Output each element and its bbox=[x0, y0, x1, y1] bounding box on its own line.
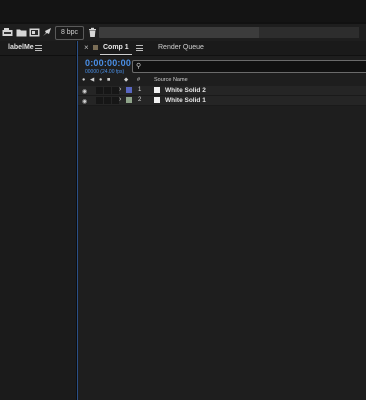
search-icon: ⚲ bbox=[136, 63, 142, 70]
expand-chevron-icon[interactable]: › bbox=[119, 86, 121, 93]
expand-chevron-icon[interactable]: › bbox=[119, 96, 121, 103]
left-panel-tabbar: labelMe bbox=[0, 41, 76, 56]
timeline-panel: × Comp 1 Render Queue 0:00:00:00 00000 (… bbox=[77, 41, 366, 400]
timeline-tabbar: × Comp 1 Render Queue bbox=[78, 41, 366, 56]
solid-layer-icon bbox=[154, 87, 160, 93]
project-toolbar: 8 bpc bbox=[0, 24, 366, 41]
left-panel: labelMe bbox=[0, 41, 77, 400]
layer-search-input[interactable]: ⚲ bbox=[132, 60, 366, 73]
layer-name[interactable]: White Solid 1 bbox=[165, 97, 206, 104]
interpret-footage-icon[interactable] bbox=[2, 27, 13, 38]
top-empty-band bbox=[0, 0, 366, 22]
layer-name[interactable]: White Solid 2 bbox=[165, 87, 206, 94]
bit-depth-button[interactable]: 8 bpc bbox=[55, 26, 84, 40]
tab-comp-1[interactable]: Comp 1 bbox=[103, 44, 129, 51]
scrollbar-thumb[interactable] bbox=[259, 27, 359, 38]
lock-switch[interactable] bbox=[112, 87, 119, 94]
trash-icon[interactable] bbox=[87, 27, 98, 38]
visibility-eye-icon[interactable]: ◉ bbox=[82, 88, 87, 95]
layer-label-color[interactable] bbox=[126, 87, 132, 93]
solo-switch[interactable] bbox=[104, 87, 111, 94]
layer-row[interactable]: ◉ › 1 White Solid 2 bbox=[78, 86, 366, 96]
solid-layer-icon bbox=[154, 97, 160, 103]
comp-tab-menu-icon[interactable] bbox=[136, 45, 143, 51]
frame-count-display: 00000 (24.00 fps) bbox=[85, 69, 125, 75]
layer-row[interactable]: ◉ › 2 White Solid 1 bbox=[78, 96, 366, 106]
panel-menu-icon[interactable] bbox=[35, 45, 42, 51]
tab-render-queue[interactable]: Render Queue bbox=[158, 44, 204, 51]
left-panel-tab-label[interactable]: labelMe bbox=[8, 44, 34, 51]
new-composition-icon[interactable] bbox=[29, 27, 40, 38]
layer-column-header: ● ◀ ● ■ ◆ # Source Name bbox=[78, 77, 366, 85]
render-queue-icon[interactable] bbox=[42, 27, 53, 38]
layer-number-column: # bbox=[137, 77, 141, 83]
solo-column-icon[interactable]: ● bbox=[99, 77, 102, 83]
layer-label-color[interactable] bbox=[126, 97, 132, 103]
label-column-icon[interactable]: ◆ bbox=[124, 77, 128, 83]
lock-switch[interactable] bbox=[112, 97, 119, 104]
audio-switch[interactable] bbox=[96, 97, 103, 104]
active-tab-indicator bbox=[100, 54, 132, 55]
horizontal-scrollbar[interactable] bbox=[99, 27, 359, 38]
close-tab-icon[interactable]: × bbox=[84, 43, 89, 52]
composition-tab-icon bbox=[93, 45, 98, 50]
solo-switch[interactable] bbox=[104, 97, 111, 104]
layer-number: 1 bbox=[138, 87, 142, 93]
audio-column-icon[interactable]: ◀ bbox=[90, 77, 94, 83]
visibility-eye-icon[interactable]: ◉ bbox=[82, 98, 87, 105]
audio-switch[interactable] bbox=[96, 87, 103, 94]
source-name-column[interactable]: Source Name bbox=[154, 77, 188, 83]
current-time-display[interactable]: 0:00:00:00 bbox=[85, 58, 131, 68]
layer-number: 2 bbox=[138, 97, 142, 103]
lock-column-icon[interactable]: ■ bbox=[107, 77, 110, 83]
new-folder-icon[interactable] bbox=[16, 27, 27, 38]
video-toggle-column-icon[interactable]: ● bbox=[82, 77, 85, 83]
